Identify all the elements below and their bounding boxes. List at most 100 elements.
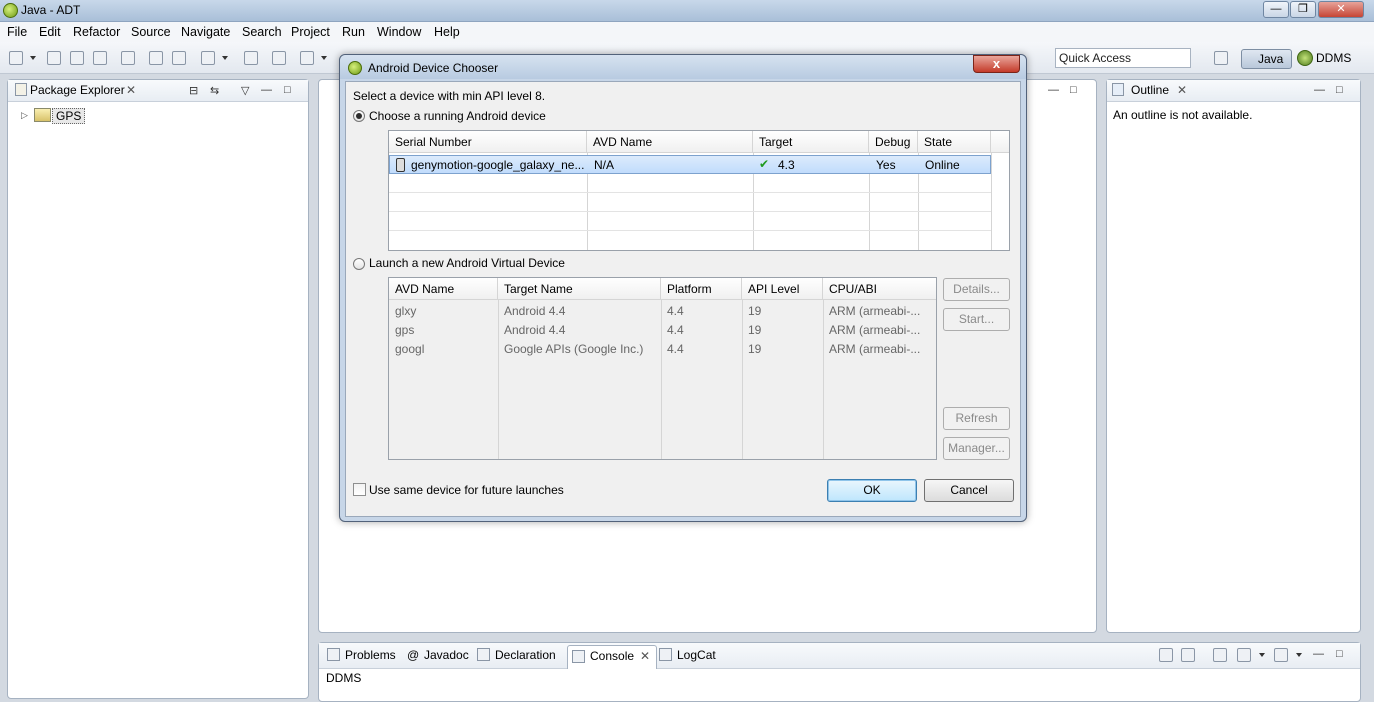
- tab-console[interactable]: Console ✕: [567, 645, 658, 669]
- outline-tab[interactable]: Outline: [1131, 83, 1169, 97]
- save-all-icon[interactable]: [70, 51, 84, 65]
- maximize-view-icon[interactable]: □: [1336, 84, 1343, 96]
- col-platform[interactable]: Platform: [661, 278, 742, 300]
- col-debug[interactable]: Debug: [869, 131, 918, 153]
- menu-run[interactable]: Run: [342, 25, 365, 39]
- col-avd-name[interactable]: AVD Name: [587, 131, 753, 153]
- maximize-view-icon[interactable]: □: [284, 84, 291, 96]
- view-menu-icon[interactable]: ▽: [241, 84, 249, 97]
- menu-edit[interactable]: Edit: [39, 25, 61, 39]
- clear-console-icon[interactable]: [1159, 648, 1173, 662]
- menu-navigate[interactable]: Navigate: [181, 25, 230, 39]
- cell-debug: Yes: [876, 158, 896, 172]
- table-row[interactable]: gps Android 4.4 4.4 19 ARM (armeabi-...: [389, 321, 936, 340]
- open-console-icon[interactable]: [1274, 648, 1288, 662]
- new-dropdown-icon[interactable]: [30, 56, 36, 60]
- start-button[interactable]: Start...: [943, 308, 1010, 331]
- col-state[interactable]: State: [918, 131, 991, 153]
- close-tab-icon[interactable]: ✕: [1177, 83, 1187, 97]
- editor-maximize-icon[interactable]: □: [1070, 84, 1077, 96]
- android-device-chooser-dialog: Android Device Chooser x Select a device…: [339, 54, 1027, 522]
- new-avd-radio[interactable]: [353, 258, 365, 270]
- same-device-label[interactable]: Use same device for future launches: [369, 483, 564, 497]
- col-target[interactable]: Target: [753, 131, 869, 153]
- maximize-window-button[interactable]: ❐: [1290, 1, 1316, 18]
- tab-javadoc[interactable]: @ Javadoc: [407, 648, 469, 662]
- close-window-button[interactable]: ✕: [1318, 1, 1364, 18]
- table-row[interactable]: googl Google APIs (Google Inc.) 4.4 19 A…: [389, 340, 936, 359]
- ok-button[interactable]: OK: [827, 479, 917, 502]
- lint-check-icon[interactable]: [201, 51, 215, 65]
- project-gps-item[interactable]: GPS: [52, 108, 86, 124]
- refresh-button[interactable]: Refresh: [943, 407, 1010, 430]
- cancel-button[interactable]: Cancel: [924, 479, 1014, 502]
- skip-breakpoints-icon[interactable]: [272, 51, 286, 65]
- col-target-name[interactable]: Target Name: [498, 278, 661, 300]
- tab-problems-label: Problems: [345, 648, 396, 662]
- tab-console-label: Console: [590, 649, 635, 663]
- dialog-close-button[interactable]: x: [973, 55, 1020, 73]
- close-tab-icon[interactable]: ✕: [640, 649, 650, 663]
- package-explorer-view: Package Explorer ✕ ⊟ ⇆ ▽ — □ ▷ GPS: [7, 79, 309, 699]
- open-perspective-icon[interactable]: [1214, 51, 1228, 65]
- close-tab-icon[interactable]: ✕: [126, 83, 136, 97]
- open-console-dropdown-icon[interactable]: [1296, 653, 1302, 657]
- debug-dropdown-icon[interactable]: [321, 56, 327, 60]
- editor-minimize-icon[interactable]: —: [1048, 84, 1059, 96]
- menu-refactor[interactable]: Refactor: [73, 25, 120, 39]
- cell-target-name: Google APIs (Google Inc.): [504, 342, 644, 356]
- new-avd-label[interactable]: Launch a new Android Virtual Device: [369, 256, 565, 270]
- table-row[interactable]: glxy Android 4.4 4.4 19 ARM (armeabi-...: [389, 302, 936, 321]
- pin-console-icon[interactable]: [1213, 648, 1227, 662]
- new-icon[interactable]: [9, 51, 23, 65]
- outline-message: An outline is not available.: [1113, 108, 1253, 122]
- cell-api-level: 19: [748, 304, 762, 318]
- col-serial-number[interactable]: Serial Number: [389, 131, 587, 153]
- menu-project[interactable]: Project: [291, 25, 330, 39]
- col-avd-name[interactable]: AVD Name: [389, 278, 498, 300]
- scroll-lock-icon[interactable]: [1181, 648, 1195, 662]
- col-api-level[interactable]: API Level: [742, 278, 823, 300]
- minimize-view-icon[interactable]: —: [261, 84, 272, 96]
- quick-access-input[interactable]: Quick Access: [1055, 48, 1191, 68]
- lint-dropdown-icon[interactable]: [222, 56, 228, 60]
- minimize-window-button[interactable]: —: [1263, 1, 1289, 18]
- cell-platform: 4.4: [667, 342, 684, 356]
- cell-platform: 4.4: [667, 304, 684, 318]
- print-icon[interactable]: [93, 51, 107, 65]
- java-perspective-button[interactable]: Java: [1241, 49, 1292, 69]
- collapse-all-icon[interactable]: ⊟: [189, 84, 198, 97]
- debug-icon[interactable]: [300, 51, 314, 65]
- menu-source[interactable]: Source: [131, 25, 171, 39]
- ddms-perspective-button[interactable]: DDMS: [1297, 50, 1351, 68]
- download-icon[interactable]: [149, 51, 163, 65]
- menu-search[interactable]: Search: [242, 25, 282, 39]
- table-row[interactable]: genymotion-google_galaxy_ne... N/A ✔ 4.3…: [389, 155, 991, 174]
- same-device-checkbox[interactable]: [353, 483, 366, 496]
- sdk-manager-icon[interactable]: [121, 51, 135, 65]
- manager-button[interactable]: Manager...: [943, 437, 1010, 460]
- menu-help[interactable]: Help: [434, 25, 460, 39]
- col-cpu-abi[interactable]: CPU/ABI: [823, 278, 936, 300]
- package-explorer-tab[interactable]: Package Explorer: [30, 83, 125, 97]
- menu-window[interactable]: Window: [377, 25, 421, 39]
- avd-manager-icon[interactable]: [172, 51, 186, 65]
- minimize-view-icon[interactable]: —: [1314, 84, 1325, 96]
- row-divider: [389, 211, 991, 212]
- details-button[interactable]: Details...: [943, 278, 1010, 301]
- running-device-radio[interactable]: [353, 110, 365, 122]
- tab-logcat[interactable]: LogCat: [659, 648, 716, 662]
- expand-arrow-icon[interactable]: ▷: [21, 110, 28, 121]
- display-console-icon[interactable]: [1237, 648, 1251, 662]
- minimize-view-icon[interactable]: —: [1313, 648, 1324, 660]
- new-android-project-icon[interactable]: [244, 51, 258, 65]
- running-device-label[interactable]: Choose a running Android device: [369, 109, 546, 123]
- tab-problems[interactable]: Problems: [327, 648, 396, 662]
- display-console-dropdown-icon[interactable]: [1259, 653, 1265, 657]
- menu-file[interactable]: File: [7, 25, 27, 39]
- save-icon[interactable]: [47, 51, 61, 65]
- adt-app-icon: [3, 3, 18, 18]
- maximize-view-icon[interactable]: □: [1336, 648, 1343, 660]
- tab-declaration[interactable]: Declaration: [477, 648, 556, 662]
- link-with-editor-icon[interactable]: ⇆: [210, 84, 219, 97]
